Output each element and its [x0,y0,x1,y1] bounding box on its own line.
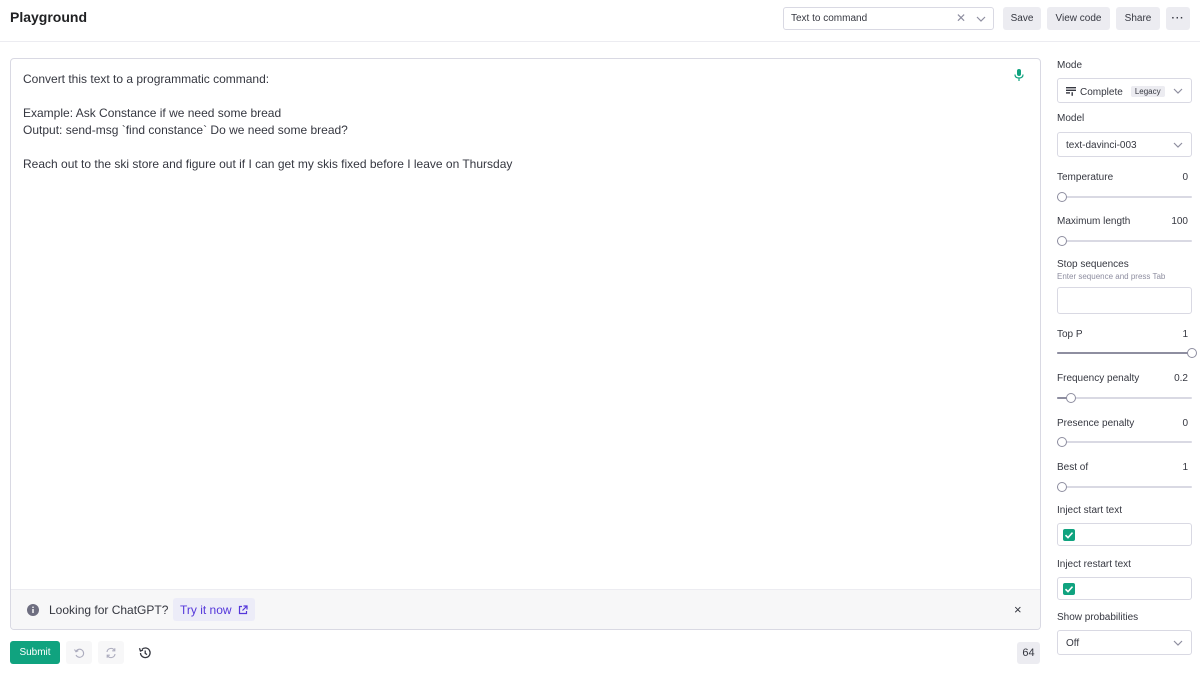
inject-restart-field[interactable] [1057,577,1192,600]
slider-fill [1057,352,1192,354]
slider-thumb[interactable] [1057,437,1067,447]
mode-value-text: Complete [1080,87,1123,98]
legacy-badge: Legacy [1130,86,1165,97]
frequency-penalty-label: Frequency penalty [1057,373,1140,384]
temperature-slider[interactable] [1057,192,1192,202]
banner-text: Looking for ChatGPT? [49,603,169,617]
try-it-now-link[interactable]: Try it now [173,598,255,621]
clear-preset-icon[interactable]: ✕ [956,11,966,25]
presence-penalty-label: Presence penalty [1057,418,1135,429]
max-length-label: Maximum length [1057,216,1131,227]
preset-value: Text to command [791,13,868,24]
model-select[interactable]: text-davinci-003 [1057,132,1192,157]
model-label: Model [1057,113,1085,124]
history-button[interactable] [132,641,158,664]
chevron-down-icon [1173,640,1183,646]
mode-value: Complete Legacy [1066,86,1165,98]
slider-track [1057,196,1192,198]
temperature-value[interactable]: 0 [1182,172,1188,183]
max-length-slider[interactable] [1057,236,1192,246]
chevron-down-icon[interactable] [976,14,986,24]
inject-start-field[interactable] [1057,523,1192,546]
save-button[interactable]: Save [1003,7,1041,30]
show-probabilities-select[interactable]: Off [1057,630,1192,655]
chevron-down-icon [1173,88,1183,94]
frequency-penalty-value[interactable]: 0.2 [1174,373,1188,384]
slider-track [1057,486,1192,488]
slider-thumb[interactable] [1057,482,1067,492]
close-banner-icon[interactable]: × [1014,602,1022,617]
slider-thumb[interactable] [1057,236,1067,246]
frequency-penalty-slider[interactable] [1057,393,1192,403]
best-of-value[interactable]: 1 [1182,462,1188,473]
regenerate-icon [106,647,116,658]
token-count: 64 [1017,642,1040,664]
top-p-value[interactable]: 1 [1182,329,1188,340]
stop-sequences-label: Stop sequences [1057,259,1129,270]
info-icon [27,604,39,616]
undo-button[interactable] [66,641,92,664]
external-link-icon [238,604,248,614]
best-of-label: Best of [1057,462,1089,473]
preset-select[interactable]: Text to command ✕ [783,7,994,30]
show-probabilities-label: Show probabilities [1057,612,1139,623]
inject-start-label: Inject start text [1057,505,1123,516]
slider-thumb[interactable] [1065,393,1076,403]
mode-label: Mode [1057,60,1083,71]
temperature-label: Temperature [1057,172,1114,183]
prompt-text[interactable]: Convert this text to a programmatic comm… [23,71,993,173]
view-code-button[interactable]: View code [1047,7,1110,30]
presence-penalty-slider[interactable] [1057,437,1192,447]
page-title: Playground [10,9,88,25]
max-length-value[interactable]: 100 [1171,216,1188,227]
regenerate-button[interactable] [98,641,124,664]
prompt-editor[interactable]: Convert this text to a programmatic comm… [10,58,1041,630]
best-of-slider[interactable] [1057,482,1192,492]
show-probabilities-value: Off [1066,638,1080,649]
undo-icon [74,648,85,658]
inject-start-checkbox[interactable] [1063,529,1075,541]
chatgpt-banner: Looking for ChatGPT? Try it now × [11,589,1040,629]
more-options-button[interactable]: ··· [1166,7,1190,30]
header: Playground Text to command ✕ Save View c… [0,0,1200,42]
slider-track [1057,397,1192,399]
top-p-label: Top P [1057,329,1083,340]
microphone-icon[interactable] [1013,68,1025,82]
top-p-slider[interactable] [1057,348,1197,358]
share-button[interactable]: Share [1116,7,1160,30]
inject-restart-label: Inject restart text [1057,559,1131,570]
slider-thumb[interactable] [1187,348,1197,358]
presence-penalty-value[interactable]: 0 [1182,418,1188,429]
mode-select[interactable]: Complete Legacy [1057,78,1192,103]
check-icon [1064,586,1074,593]
model-value: text-davinci-003 [1066,140,1137,151]
stop-sequences-input[interactable] [1057,287,1192,314]
slider-track [1057,240,1192,242]
submit-button[interactable]: Submit [10,641,60,664]
check-icon [1064,532,1074,539]
slider-track [1057,441,1192,443]
stop-sequences-hint: Enter sequence and press Tab [1057,272,1166,281]
slider-thumb[interactable] [1057,192,1067,202]
history-icon [138,646,151,658]
inject-restart-checkbox[interactable] [1063,583,1075,595]
try-it-now-label: Try it now [180,602,232,617]
chevron-down-icon [1173,142,1183,148]
complete-mode-icon [1066,87,1076,96]
